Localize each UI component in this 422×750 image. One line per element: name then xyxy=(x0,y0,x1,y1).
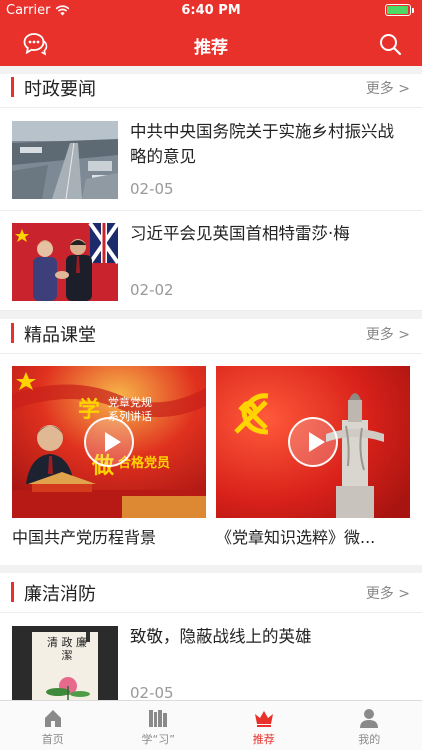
app-header: Carrier 6:40 PM 推荐 xyxy=(0,0,422,66)
news-item[interactable]: 清 政 廉 潔 致敬，隐蔽战线上的英雄 02-05 xyxy=(0,614,422,704)
more-link-classroom[interactable]: 更多 > xyxy=(366,324,410,344)
tab-label: 首页 xyxy=(41,733,64,746)
tab-label: 我的 xyxy=(358,733,381,746)
tab-label: 学“习” xyxy=(141,733,175,746)
news-title: 中共中央国务院关于实施乡村振兴战略的意见 xyxy=(130,122,394,166)
home-icon xyxy=(44,710,61,727)
page-title: 推荐 xyxy=(194,38,228,58)
news-thumbnail xyxy=(12,121,118,199)
clock: 6:40 PM xyxy=(181,3,241,18)
battery-icon xyxy=(385,4,411,16)
user-icon xyxy=(360,709,379,728)
news-item[interactable]: 中共中央国务院关于实施乡村振兴战略的意见 02-05 xyxy=(0,109,422,211)
section-header-integrity: 廉洁消防 更多 > xyxy=(0,571,422,613)
video-thumbnail xyxy=(216,366,410,518)
news-date: 02-05 xyxy=(130,180,174,198)
tab-recommend[interactable]: 推荐 xyxy=(211,701,317,750)
status-bar: Carrier 6:40 PM xyxy=(0,0,422,22)
tab-study[interactable]: 学“习” xyxy=(106,701,212,750)
section-header-classroom: 精品课堂 更多 > xyxy=(0,312,422,354)
section-title: 精品课堂 xyxy=(24,325,96,346)
more-link-integrity[interactable]: 更多 > xyxy=(366,583,410,603)
tab-bar: 首页 学“习” 推荐 我的 xyxy=(0,700,422,750)
news-title: 习近平会见英国首相特雷莎·梅 xyxy=(130,224,350,243)
video-card[interactable]: 学 党章党规 系列讲话 做 合格党员 中国共产党历程背景 xyxy=(12,366,206,548)
tab-profile[interactable]: 我的 xyxy=(317,701,422,750)
section-accent-bar xyxy=(11,323,14,343)
section-header-politics: 时政要闻 更多 > xyxy=(0,66,422,108)
crown-icon xyxy=(254,711,273,727)
video-caption: 《党章知识选粹》微... xyxy=(216,528,376,547)
books-icon xyxy=(149,710,168,727)
section-accent-bar xyxy=(11,582,14,602)
tab-label: 推荐 xyxy=(252,733,275,746)
news-title: 致敬，隐蔽战线上的英雄 xyxy=(130,627,312,646)
video-caption: 中国共产党历程背景 xyxy=(12,528,157,547)
section-title: 廉洁消防 xyxy=(24,584,96,605)
artwork-text: 清 政 廉 潔 xyxy=(47,636,87,662)
play-icon[interactable] xyxy=(288,417,338,467)
nav-bar: 推荐 xyxy=(0,24,422,64)
news-thumbnail xyxy=(12,223,118,301)
search-icon[interactable] xyxy=(378,32,402,56)
video-thumbnail: 学 党章党规 系列讲话 做 合格党员 xyxy=(12,366,206,518)
news-item[interactable]: 习近平会见英国首相特雷莎·梅 02-02 xyxy=(0,211,422,311)
news-thumbnail: 清 政 廉 潔 xyxy=(12,626,118,704)
section-accent-bar xyxy=(11,77,14,97)
video-card[interactable]: 《党章知识选粹》微... xyxy=(216,366,410,548)
news-date: 02-02 xyxy=(130,281,174,299)
more-link-politics[interactable]: 更多 > xyxy=(366,78,410,98)
play-icon[interactable] xyxy=(84,417,134,467)
section-title: 时政要闻 xyxy=(24,79,96,100)
tab-home[interactable]: 首页 xyxy=(0,701,106,750)
